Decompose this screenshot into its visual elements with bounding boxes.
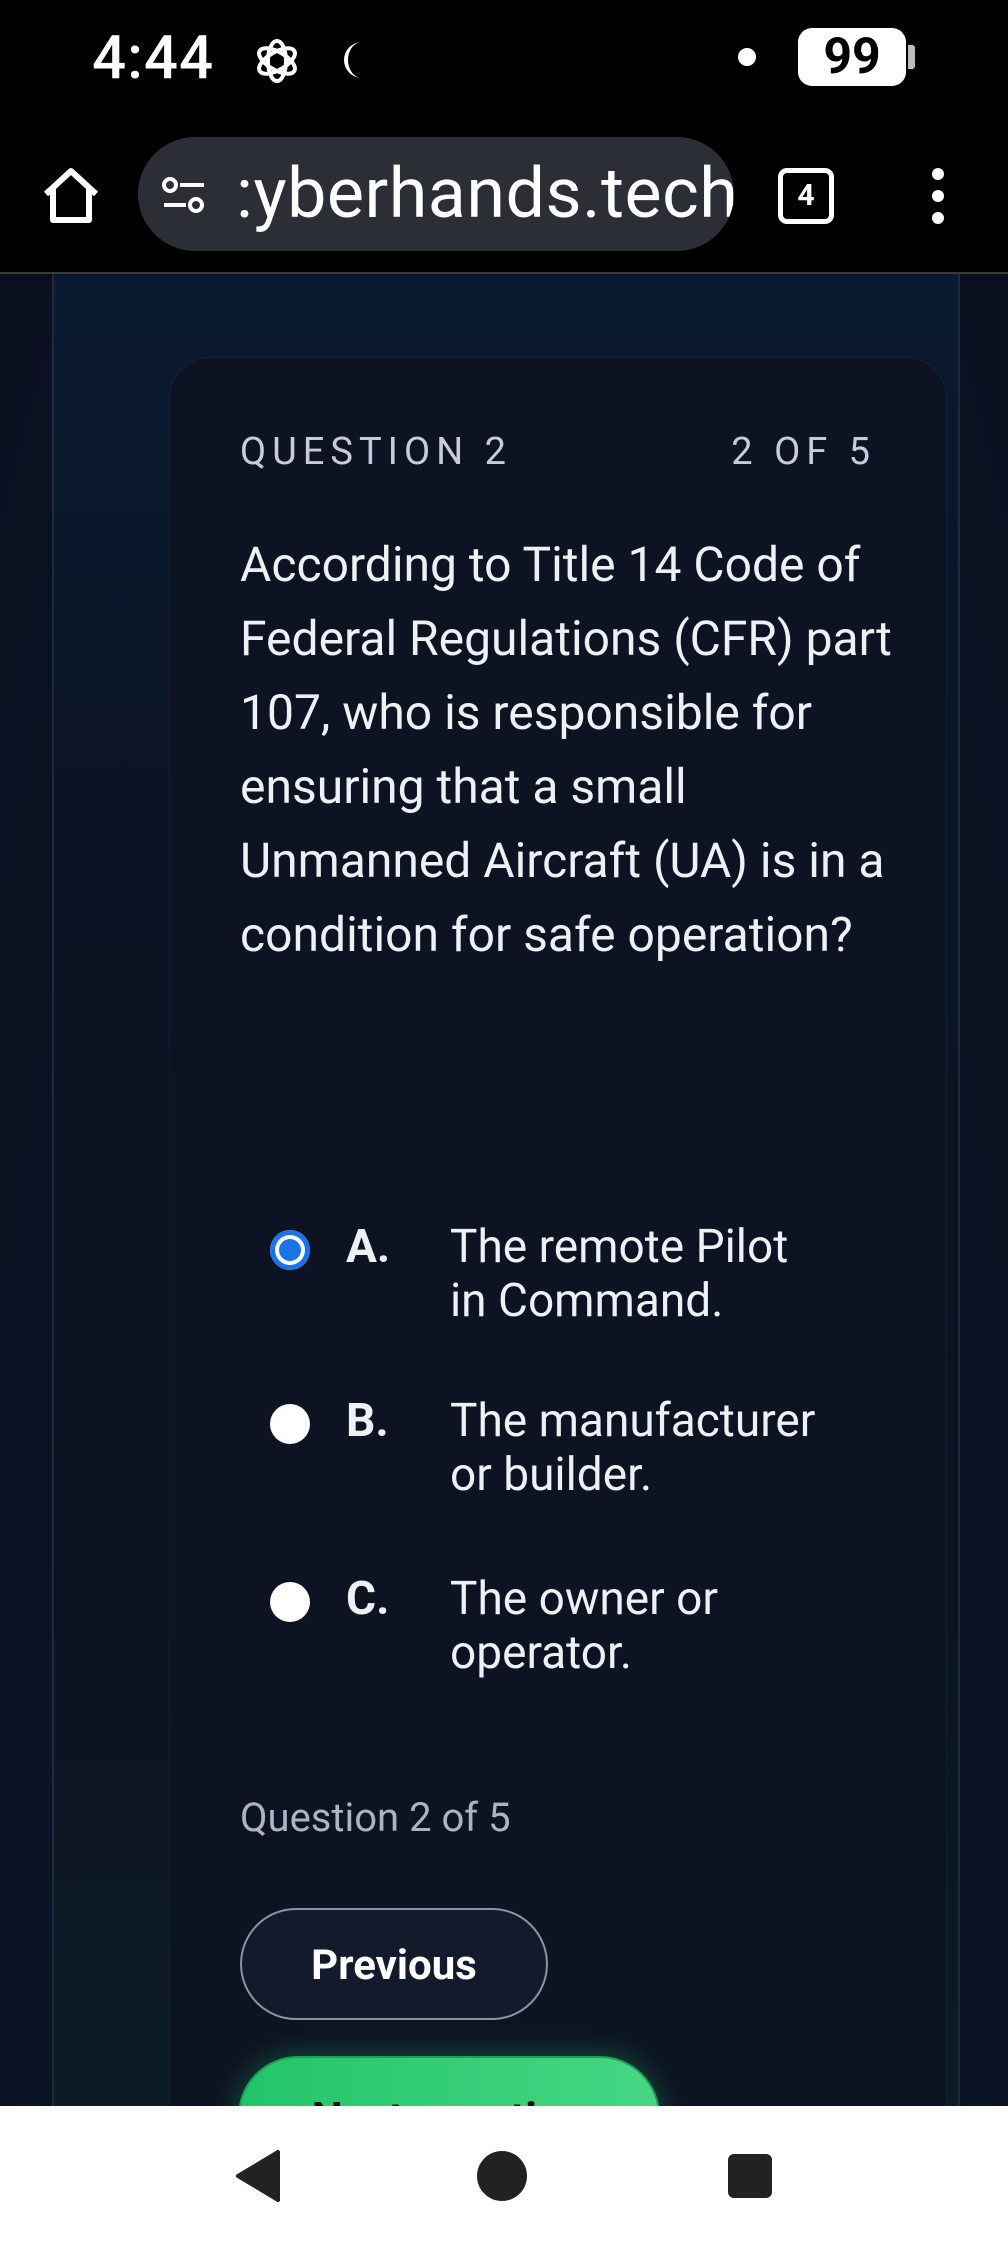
radio-option-b[interactable] — [270, 1404, 310, 1444]
previous-button[interactable]: Previous — [240, 1908, 548, 2020]
moon-icon — [344, 42, 362, 78]
back-icon[interactable] — [232, 2148, 282, 2204]
url-text: :yberhands.tech — [236, 153, 734, 235]
more-vert-icon[interactable] — [926, 166, 950, 226]
option-text-line: The remote Pilot — [450, 1220, 789, 1274]
question-text: According to Title 14 Code of Federal Re… — [240, 536, 892, 963]
option-text: The owner or operator. — [450, 1572, 850, 1680]
browser-toolbar: :yberhands.tech 4 — [0, 120, 1008, 274]
option-text-line: operator. — [450, 1626, 632, 1680]
option-text-line: The owner or — [450, 1572, 719, 1626]
option-text-line: or builder. — [450, 1448, 653, 1502]
option-text-line: in Command. — [450, 1274, 724, 1328]
radio-option-a[interactable] — [270, 1230, 310, 1270]
quiz-card: QUESTION 2 2 OF 5 According to Title 14 … — [170, 358, 946, 2106]
option-letter: A. — [346, 1220, 391, 1274]
recents-icon[interactable] — [726, 2152, 774, 2200]
notification-dot — [738, 48, 756, 66]
option-text-line: The manufacturer — [450, 1394, 816, 1448]
status-time: 4:44 — [92, 22, 215, 93]
battery-indicator: 99 — [798, 28, 906, 86]
address-bar[interactable]: :yberhands.tech — [138, 137, 734, 251]
page-container: QUESTION 2 2 OF 5 According to Title 14 … — [52, 274, 960, 2106]
tab-switcher-button[interactable]: 4 — [778, 168, 834, 224]
radio-option-c[interactable] — [270, 1582, 310, 1622]
status-bar: 4:44 99 — [0, 0, 1008, 120]
system-nav-bar — [0, 2106, 1008, 2244]
battery-tip — [908, 45, 915, 69]
question-header: QUESTION 2 2 OF 5 — [240, 430, 876, 474]
option-letter: C. — [346, 1572, 390, 1626]
option-text: The manufacturer or builder. — [450, 1394, 850, 1502]
next-question-button[interactable]: Next question — [238, 2056, 660, 2106]
option-text: The remote Pilot in Command. — [450, 1220, 850, 1328]
option-letter: B. — [346, 1394, 389, 1448]
home-icon[interactable] — [40, 164, 102, 226]
question-counter: 2 OF 5 — [731, 430, 876, 474]
web-page: QUESTION 2 2 OF 5 According to Title 14 … — [0, 274, 1008, 2106]
home-circle-icon[interactable] — [476, 2150, 528, 2202]
site-settings-icon[interactable] — [160, 175, 208, 215]
question-label: QUESTION 2 — [240, 430, 512, 474]
chatgpt-icon — [257, 39, 297, 83]
progress-text: Question 2 of 5 — [240, 1794, 511, 1841]
